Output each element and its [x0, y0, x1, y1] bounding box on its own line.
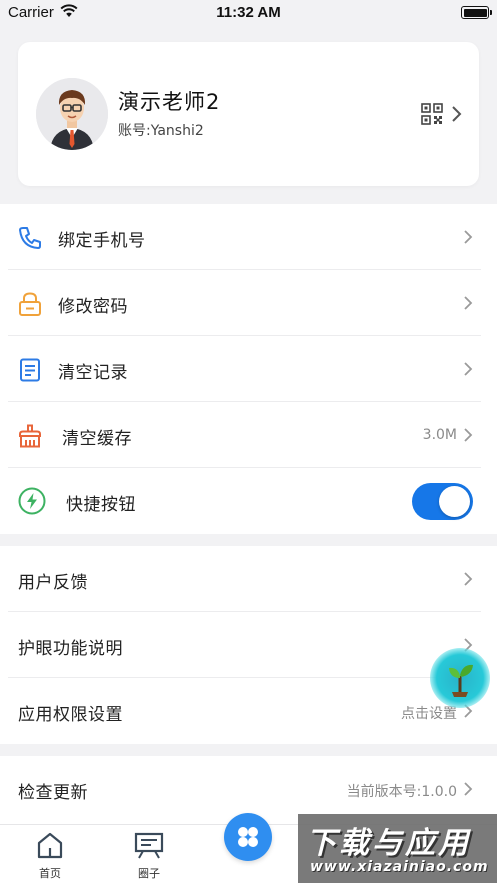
tab-circle[interactable]: 圈子 — [119, 831, 179, 881]
chevron-right-icon — [464, 230, 473, 244]
version-label: 当前版本号:1.0.0 — [346, 784, 457, 800]
center-apps-button[interactable] — [224, 813, 272, 861]
account-id: 账号:Yanshi2 — [118, 123, 204, 139]
row-label: 清空缓存 — [62, 429, 132, 449]
row-quick-button: 快捷按钮 — [0, 468, 497, 534]
tab-label: 圈子 — [138, 867, 160, 880]
row-label: 修改密码 — [58, 297, 128, 317]
user-name: 演示老师2 — [118, 90, 221, 114]
row-label: 应用权限设置 — [18, 705, 123, 725]
chevron-right-icon — [464, 428, 473, 442]
quick-button-toggle[interactable] — [412, 483, 473, 520]
row-feedback[interactable]: 用户反馈 — [0, 546, 497, 612]
settings-group-account: 绑定手机号 修改密码 清空记录 清空缓存 3.0M 快捷按钮 — [0, 204, 497, 534]
profile-card[interactable]: 演示老师2 账号:Yanshi2 — [18, 42, 479, 186]
apps-grid-icon — [238, 827, 258, 847]
row-change-password[interactable]: 修改密码 — [0, 270, 497, 336]
toggle-knob — [439, 486, 470, 517]
tab-label: 首页 — [39, 867, 61, 880]
broom-icon — [19, 424, 41, 448]
document-icon — [20, 358, 40, 382]
lightning-icon — [18, 487, 46, 515]
row-label: 清空记录 — [58, 363, 128, 383]
row-permissions[interactable]: 应用权限设置 点击设置 — [0, 678, 497, 744]
status-bar: Carrier 11:32 AM — [0, 0, 497, 26]
phone-icon — [19, 227, 41, 249]
floating-plant-button[interactable] — [430, 648, 490, 708]
chevron-right-icon — [464, 296, 473, 310]
watermark: 下载与应用 www.xiazainiao.com — [298, 814, 497, 883]
row-label: 绑定手机号 — [58, 231, 146, 251]
chevron-right-icon — [464, 572, 473, 586]
board-icon — [134, 832, 164, 859]
avatar — [36, 78, 108, 150]
chevron-right-icon — [464, 362, 473, 376]
row-label: 用户反馈 — [18, 573, 88, 593]
chevron-right-icon — [464, 782, 473, 796]
row-bind-phone[interactable]: 绑定手机号 — [0, 204, 497, 270]
chevron-right-icon — [452, 106, 462, 122]
battery-icon — [461, 6, 492, 19]
row-label: 护眼功能说明 — [18, 639, 123, 659]
watermark-title: 下载与应用 — [306, 826, 471, 861]
row-label: 快捷按钮 — [66, 495, 136, 515]
sprout-icon — [449, 664, 473, 697]
cache-size: 3.0M — [422, 427, 457, 443]
row-clear-records[interactable]: 清空记录 — [0, 336, 497, 402]
lock-icon — [19, 292, 41, 316]
row-clear-cache[interactable]: 清空缓存 3.0M — [0, 402, 497, 468]
watermark-url: www.xiazainiao.com — [310, 859, 489, 875]
tab-home[interactable]: 首页 — [20, 831, 80, 881]
home-icon — [37, 832, 63, 859]
settings-group-help: 用户反馈 护眼功能说明 应用权限设置 点击设置 — [0, 546, 497, 744]
teacher-avatar-icon — [36, 78, 108, 150]
qr-code-icon[interactable] — [421, 103, 443, 125]
row-eye-care[interactable]: 护眼功能说明 — [0, 612, 497, 678]
row-label: 检查更新 — [18, 783, 88, 803]
clock: 11:32 AM — [216, 4, 281, 21]
